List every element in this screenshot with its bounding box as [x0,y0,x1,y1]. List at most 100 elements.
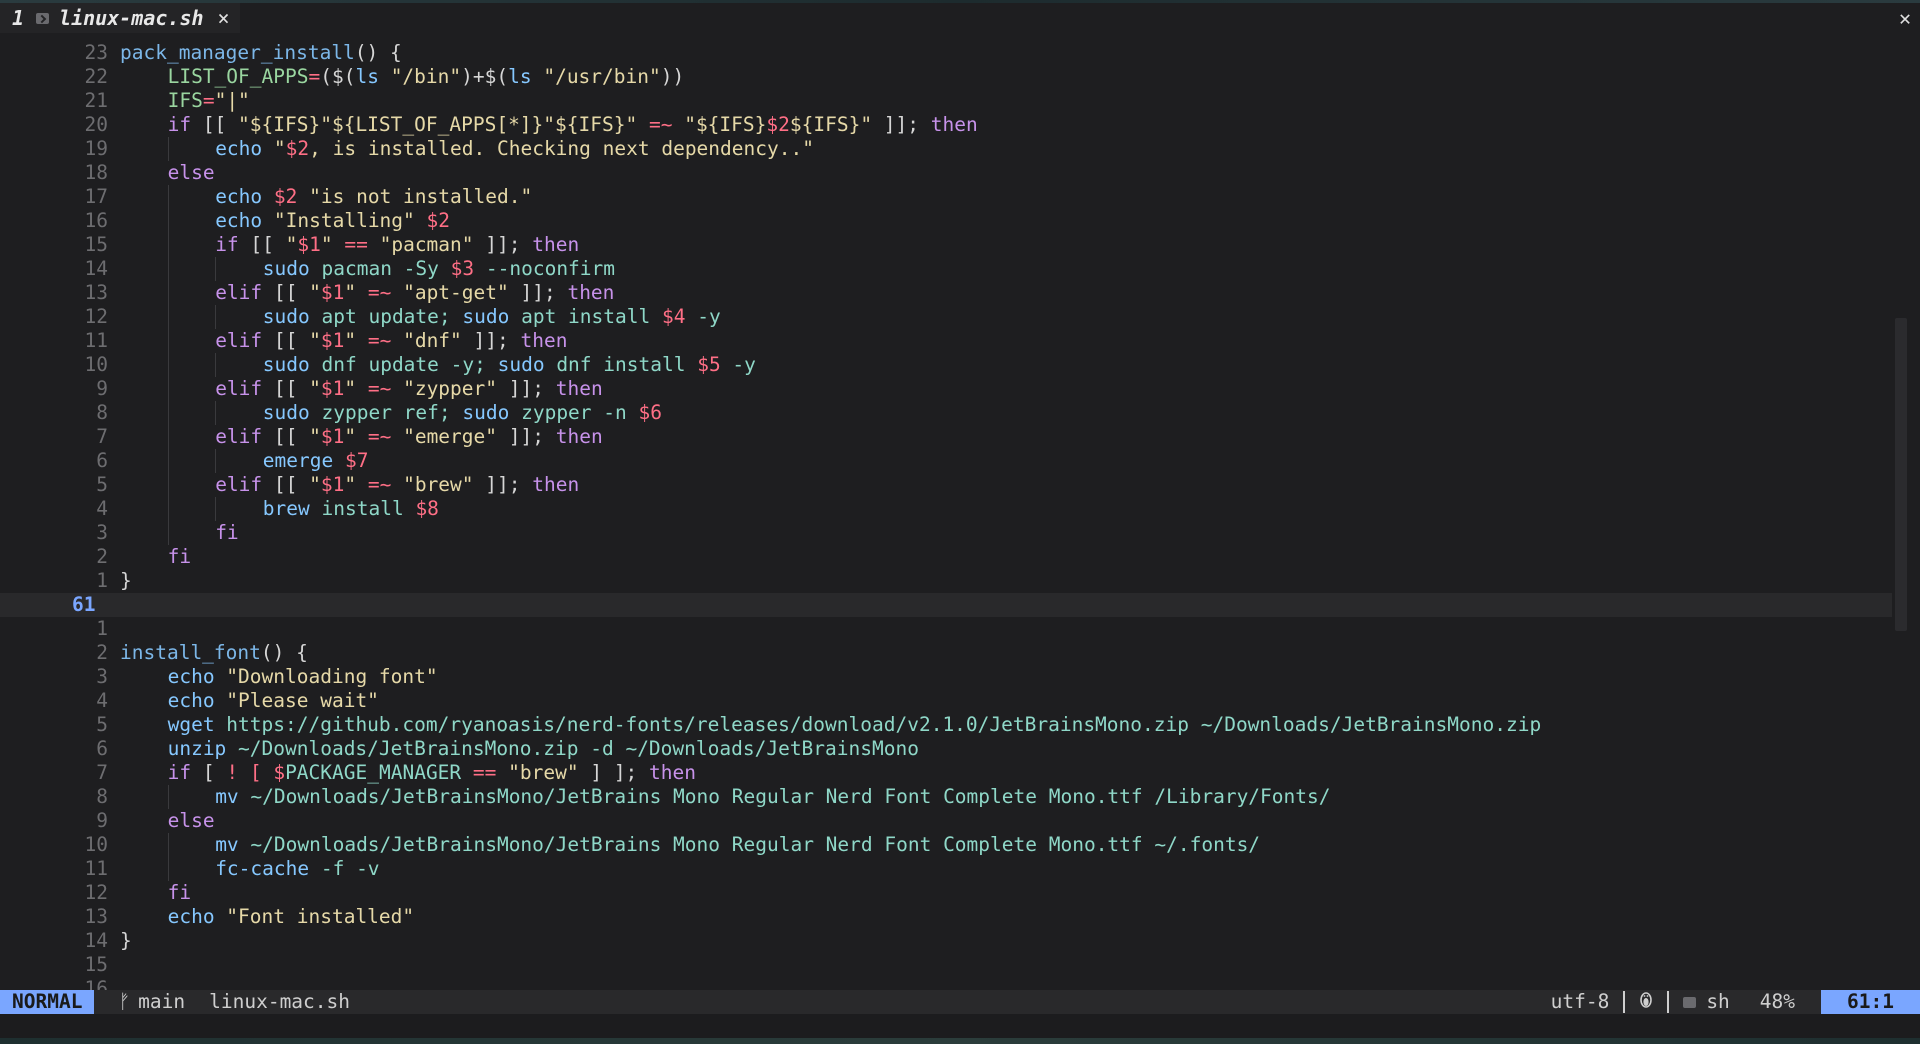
code-line[interactable]: 1} [0,569,1892,593]
code-token: emerge [262,449,334,472]
code-token: sudo [462,305,510,328]
line-number: 11 [84,329,108,352]
mode-indicator: NORMAL [0,990,95,1014]
editor-buffer[interactable]: 23 pack_manager_install() {22 LIST_OF_APPS… [0,33,1920,990]
code-token: [ [191,761,227,784]
code-token: $1 [320,329,345,352]
line-code: else [168,809,215,833]
code-line[interactable]: 7 if [ ! [ $PACKAGE_MANAGER == "brew" ] ]… [0,761,1892,785]
code-line[interactable]: 12 fi [0,881,1892,905]
code-line[interactable]: 3 fi [0,521,1892,545]
code-line[interactable]: 11 elif [[ "$1" =~ "dnf" ]]; then [0,329,1892,353]
code-line[interactable]: 20 if [[ "${IFS}"${LIST_OF_APPS[*]}"${IFS… [0,113,1892,137]
code-token: ~/Downloads/JetBrainsMono/JetBrains Mono… [238,785,1331,808]
indent-guide [167,521,169,545]
code-line[interactable]: 6 unzip ~/Downloads/JetBrainsMono.zip -d … [0,737,1892,761]
code-line[interactable]: 21 IFS="|" [0,89,1892,113]
scrollbar[interactable] [1895,318,1907,631]
code-token: [[ [238,233,286,256]
code-line[interactable]: 6 emerge $7 [0,449,1892,473]
code-line[interactable]: 11 fc-cache -f -v [0,857,1892,881]
code-token: $1 [297,233,321,256]
tab-linux-mac-sh[interactable]: 1 linux-mac.sh × [0,3,240,33]
current-line[interactable]: 61 [0,593,1892,617]
code-token: $6 [638,401,662,424]
code-line[interactable]: 15 [0,953,1892,977]
code-token: elif [215,425,263,448]
indent-guide [167,473,169,497]
code-token: $3 [450,257,475,280]
code-token: dnf install [544,353,698,376]
code-line[interactable]: 13 elif [[ "$1" =~ "apt-get" ]]; then [0,281,1892,305]
code-line[interactable]: 9 else [0,809,1892,833]
code-line[interactable]: 14 sudo pacman -Sy $3 --noconfirm [0,257,1892,281]
code-line[interactable]: 13 echo "Font installed" [0,905,1892,929]
code-token: $4 [661,305,686,328]
line-code: elif [[ "$1" =~ "apt-get" ]]; then [215,281,614,305]
code-token: " [285,233,298,256]
line-code: } [120,569,132,593]
cursor-position: 61:1 [1821,990,1920,1014]
line-code: } [120,929,132,953]
indent-guide [167,329,169,353]
tab-close-icon[interactable]: × [218,6,230,30]
code-token: elif [215,281,263,304]
code-line[interactable]: 22 LIST_OF_APPS=($(ls "/bin")+$(ls "/usr/… [0,65,1892,89]
code-line[interactable]: 10 mv ~/Downloads/JetBrainsMono/JetBrains… [0,833,1892,857]
code-token: $1 [320,473,345,496]
code-token: =~ [648,113,673,136]
code-line[interactable]: 4 echo "Please wait" [0,689,1892,713]
code-line[interactable]: 3 echo "Downloading font" [0,665,1892,689]
code-line[interactable]: 4 brew install $8 [0,497,1892,521]
indent-guide [167,281,169,305]
code-token: zypper ref; [309,401,463,424]
indent-guide [167,833,169,857]
line-code: sudo apt update; sudo apt install $4 -y [263,305,721,329]
code-line[interactable]: 15 if [[ "$1" == "pacman" ]]; then [0,233,1892,257]
code-token: $1 [320,377,345,400]
code-line[interactable]: 1 [0,617,1892,641]
code-token: ]]; [508,281,568,304]
line-number: 8 [96,401,108,424]
code-line[interactable]: 17 echo $2 "is not installed." [0,185,1892,209]
code-line[interactable]: 2 fi [0,545,1892,569]
code-line[interactable]: 5 elif [[ "$1" =~ "brew" ]]; then [0,473,1892,497]
code-token: " [320,233,333,256]
code-token: echo [215,209,263,232]
code-token: ]]; [473,233,533,256]
line-code: IFS="|" [168,89,250,113]
code-line[interactable]: 8 mv ~/Downloads/JetBrainsMono/JetBrains … [0,785,1892,809]
code-token: [[ [262,425,310,448]
line-number: 23 [84,41,108,64]
close-all-icon[interactable]: ✕ [1890,6,1920,30]
line-code: else [168,161,215,185]
code-line[interactable]: 10 sudo dnf update -y; sudo dnf install $… [0,353,1892,377]
line-number: 4 [96,497,108,520]
line-code: wget https://github.com/ryanoasis/nerd-f… [168,713,1542,737]
code-token: ls [508,65,532,88]
code-line[interactable]: 7 elif [[ "$1" =~ "emerge" ]]; then [0,425,1892,449]
code-token: LIST_OF_APPS [167,65,309,88]
code-line[interactable]: 14} [0,929,1892,953]
code-token: then [930,113,978,136]
code-line[interactable]: 8 sudo zypper ref; sudo zypper -n $6 [0,401,1892,425]
code-line[interactable]: 12 sudo apt update; sudo apt install $4 -… [0,305,1892,329]
code-token: "/usr/bin" [531,65,661,88]
code-line[interactable]: 23 pack_manager_install() { [0,41,1892,65]
code-line[interactable]: 19 echo "$2, is installed. Checking next … [0,137,1892,161]
code-line[interactable]: 18 else [0,161,1892,185]
code-token: = [202,89,215,112]
code-token: sudo [462,401,510,424]
code-token: brew [262,497,310,520]
code-line[interactable]: 9 elif [[ "$1" =~ "zypper" ]]; then [0,377,1892,401]
code-line[interactable]: 2 install_font() { [0,641,1892,665]
code-line[interactable]: 16 echo "Installing" $2 [0,209,1892,233]
line-number: 14 [84,257,108,280]
code-line[interactable]: 16 [0,977,1892,990]
code-line[interactable]: 5 wget https://github.com/ryanoasis/nerd-… [0,713,1892,737]
code-token: if [167,113,192,136]
